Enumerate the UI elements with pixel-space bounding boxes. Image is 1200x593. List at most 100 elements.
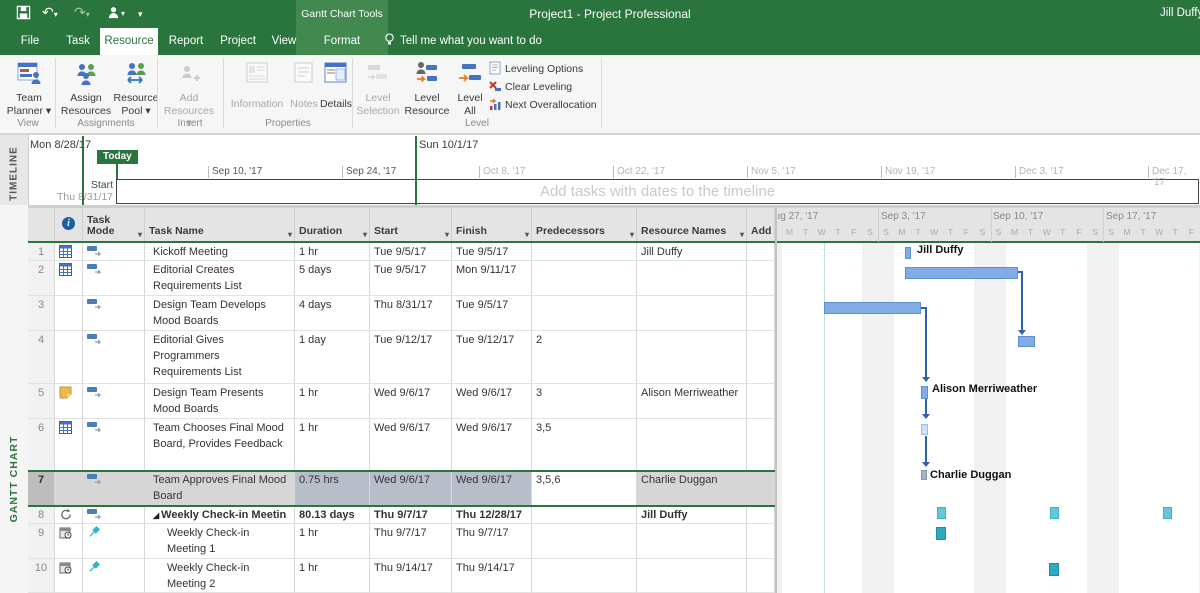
tab-report[interactable]: Report [162,28,210,55]
undo-icon[interactable]: ↶▾ [42,4,58,21]
cell-dur-row10[interactable]: 1 hr [295,559,370,593]
cell-pred-row5[interactable]: 3 [532,384,637,419]
cell-mode-row1[interactable] [83,243,145,261]
info-column-header[interactable]: i [55,208,83,241]
timeline-add-tasks-box[interactable]: Add tasks with dates to the timeline [116,179,1199,204]
cell-start-row3[interactable]: Thu 8/31/17 [370,296,452,331]
cell-mode-row4[interactable] [83,331,145,384]
cell-finish-row2[interactable]: Mon 9/11/17 [452,261,532,296]
cell-info-row5[interactable] [55,384,83,419]
cell-num-row4[interactable]: 4 [28,331,55,384]
column-header-finish[interactable]: Finish▾ [452,208,532,241]
cell-pred-row3[interactable] [532,296,637,331]
filter-arrow-icon[interactable]: ▾ [138,230,142,239]
cell-name-row6[interactable]: Team Chooses Final Mood Board, Provides … [145,419,295,471]
cell-name-row9[interactable]: Weekly Check-in Meeting 1 [145,524,295,559]
cell-mode-row9[interactable] [83,524,145,559]
cell-res-row7[interactable]: Charlie Duggan [637,471,747,506]
collapse-triangle-icon[interactable]: ◢ [153,511,159,520]
cell-add-row3[interactable] [747,296,775,331]
gantt-bar-row2[interactable] [905,267,1018,279]
cell-start-row4[interactable]: Tue 9/12/17 [370,331,452,384]
details-button[interactable]: Details [318,58,354,118]
tab-view[interactable]: View [264,28,304,55]
gantt-bar-row10[interactable] [1049,563,1059,576]
clear-leveling-button[interactable]: Clear Leveling [488,79,572,93]
cell-dur-row2[interactable]: 5 days [295,261,370,296]
cell-pred-row6[interactable]: 3,5 [532,419,637,471]
cell-dur-row7[interactable]: 0.75 hrs [295,471,370,506]
level-resource-button[interactable]: Level Resource [403,58,451,117]
gantt-bar-row6[interactable] [921,424,928,435]
cell-info-row9[interactable] [55,524,83,559]
cell-info-row3[interactable] [55,296,83,331]
team-planner-button[interactable]: Team Planner ▾ [3,58,55,117]
column-header-add[interactable]: Add [747,208,775,241]
gantt-bar-row1[interactable] [905,247,911,259]
cell-pred-row8[interactable] [532,506,637,524]
level-all-button[interactable]: Level All [452,58,488,117]
cell-start-row1[interactable]: Tue 9/5/17 [370,243,452,261]
cell-name-row1[interactable]: Kickoff Meeting [145,243,295,261]
account-name[interactable]: Jill Duffy [1160,7,1200,19]
row-number-header[interactable] [28,208,55,241]
cell-dur-row3[interactable]: 4 days [295,296,370,331]
customize-qat-icon[interactable]: ▾ [138,4,143,20]
cell-res-row4[interactable] [637,331,747,384]
gantt-bar-row9[interactable] [936,527,946,540]
cell-dur-row9[interactable]: 1 hr [295,524,370,559]
gantt-bar-row3[interactable] [824,302,921,314]
cell-res-row3[interactable] [637,296,747,331]
tab-task[interactable]: Task [56,28,100,55]
cell-finish-row4[interactable]: Tue 9/12/17 [452,331,532,384]
cell-info-row2[interactable] [55,261,83,296]
cell-mode-row6[interactable] [83,419,145,471]
cell-add-row7[interactable] [747,471,775,506]
redo-icon[interactable]: ↷▾ [74,4,90,21]
column-header-mode[interactable]: Task Mode▾ [83,208,145,241]
cell-name-row8[interactable]: ◢Weekly Check-in Meetin [145,506,295,524]
cell-info-row6[interactable] [55,419,83,471]
filter-arrow-icon[interactable]: ▾ [288,230,292,239]
cell-name-row7[interactable]: Team Approves Final Mood Board [145,471,295,506]
cell-finish-row10[interactable]: Thu 9/14/17 [452,559,532,593]
cell-add-row1[interactable] [747,243,775,261]
filter-arrow-icon[interactable]: ▾ [525,230,529,239]
cell-pred-row9[interactable] [532,524,637,559]
column-header-start[interactable]: Start▾ [370,208,452,241]
cell-pred-row10[interactable] [532,559,637,593]
cell-num-row8[interactable]: 8 [28,506,55,524]
tab-file[interactable]: File [8,28,52,55]
column-header-pred[interactable]: Predecessors▾ [532,208,637,241]
cell-mode-row7[interactable] [83,471,145,506]
cell-res-row10[interactable] [637,559,747,593]
cell-start-row7[interactable]: Wed 9/6/17 [370,471,452,506]
cell-add-row6[interactable] [747,419,775,471]
cell-num-row2[interactable]: 2 [28,261,55,296]
column-header-res[interactable]: Resource Names▾ [637,208,747,241]
column-header-dur[interactable]: Duration▾ [295,208,370,241]
timeline-pane-label[interactable]: TIMELINE [9,134,20,214]
leveling-options-button[interactable]: Leveling Options [488,61,583,75]
cell-add-row9[interactable] [747,524,775,559]
cell-dur-row1[interactable]: 1 hr [295,243,370,261]
cell-pred-row7[interactable]: 3,5,6 [532,471,637,506]
cell-name-row2[interactable]: Editorial Creates Requirements List [145,261,295,296]
gantt-bar-row8[interactable] [937,507,946,519]
cell-add-row5[interactable] [747,384,775,419]
gantt-bar-row8[interactable] [1163,507,1172,519]
cell-finish-row6[interactable]: Wed 9/6/17 [452,419,532,471]
cell-res-row6[interactable] [637,419,747,471]
cell-finish-row8[interactable]: Thu 12/28/17 [452,506,532,524]
gantt-bar-row4[interactable] [1018,336,1035,347]
cell-mode-row5[interactable] [83,384,145,419]
cell-mode-row10[interactable] [83,559,145,593]
cell-name-row3[interactable]: Design Team Develops Mood Boards [145,296,295,331]
cell-dur-row4[interactable]: 1 day [295,331,370,384]
cell-res-row2[interactable] [637,261,747,296]
assign-resources-button[interactable]: Assign Resources [59,58,113,117]
cell-res-row9[interactable] [637,524,747,559]
cell-pred-row1[interactable] [532,243,637,261]
cell-start-row10[interactable]: Thu 9/14/17 [370,559,452,593]
gantt-bar-row7[interactable] [921,470,927,480]
